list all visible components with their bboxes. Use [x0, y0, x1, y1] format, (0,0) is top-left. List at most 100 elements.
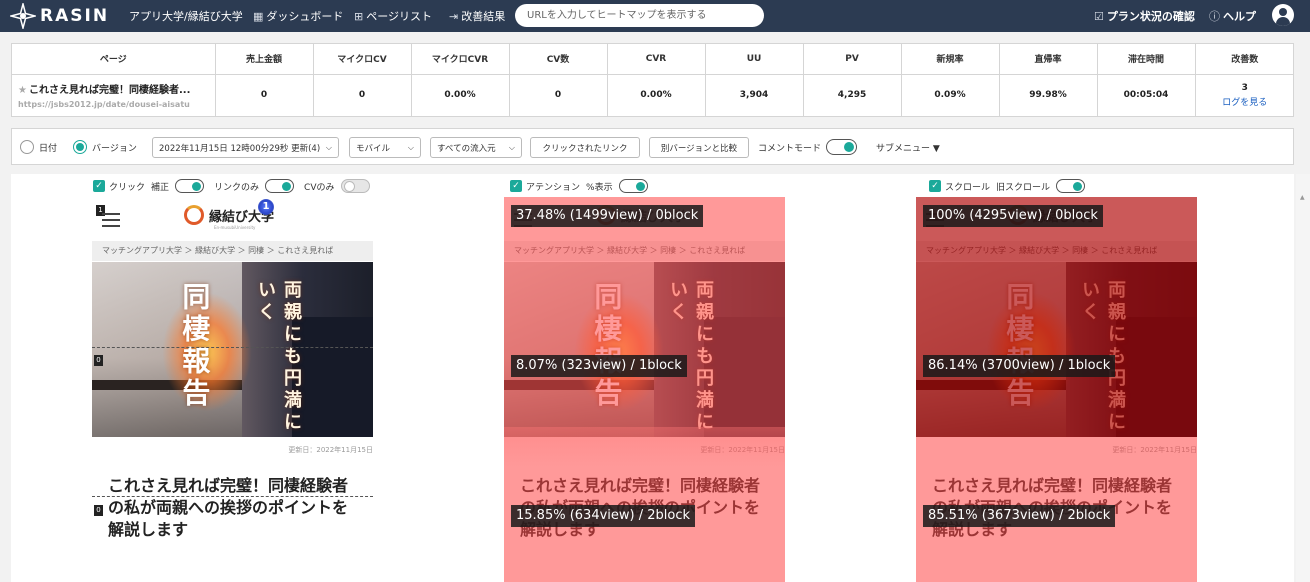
version-radio-label: バージョン	[92, 143, 137, 154]
value-bounce-rate: 99.98%	[999, 74, 1098, 116]
article-title: これさえ見れば完璧！同棲経験者の私が両親への挨拶のポイントを解説します	[108, 476, 349, 539]
adjust-toggle[interactable]	[175, 179, 205, 193]
chevron-down-icon: ⌵	[407, 142, 414, 152]
user-avatar-icon[interactable]	[1272, 4, 1294, 26]
preview-breadcrumb: マッチングアプリ大学 ＞ 縁結び大学 ＞ 同棲 ＞ これさえ見れば	[92, 241, 373, 261]
device-select-value: モバイル	[356, 143, 391, 154]
value-uu: 3,904	[705, 74, 804, 116]
header-cv-count: CV数	[509, 44, 608, 75]
url-search-input[interactable]	[515, 4, 764, 27]
star-icon[interactable]: ★	[18, 85, 27, 96]
heatmap-controls: 日付 バージョン 2022年11月15日 12時00分29秒 更新(4) ⌵ モバ…	[11, 128, 1294, 165]
date-radio[interactable]: 日付	[20, 137, 57, 157]
cv-only-label: CVのみ	[304, 182, 335, 193]
view-log-link[interactable]: ログを見る	[1196, 95, 1295, 108]
hero-subtitle: 両親にも円満にいく	[255, 280, 302, 434]
scroll-up-icon[interactable]: ▲	[1300, 194, 1305, 201]
header-cvr: CVR	[607, 44, 706, 75]
scroll-tag: 100% (4295view) / 0block	[923, 205, 1103, 227]
clicked-links-button[interactable]: クリックされたリンク	[530, 137, 640, 158]
header-micro-cv: マイクロCV	[313, 44, 412, 75]
logo-text: RASIN	[40, 6, 110, 26]
header-bounce-rate: 直帰率	[999, 44, 1098, 75]
click-checkbox-icon[interactable]: ✓	[93, 180, 105, 192]
top-navigation-bar: RASIN アプリ大学/縁結び大学 ▦ ダッシュボード ⊞ ページリスト ⇥ 改善結果…	[0, 0, 1310, 32]
page-cell[interactable]: ★ これさえ見れば完璧！同棲経験者... https://jsbs2012.jp/…	[12, 74, 216, 116]
fold-line	[92, 496, 373, 497]
checklist-icon: ☑	[1094, 9, 1104, 23]
page-add-icon: ⊞	[354, 9, 364, 23]
source-select-value: すべての流入元	[437, 143, 496, 154]
site-name: アプリ大学/縁結び大学	[129, 10, 243, 23]
attention-checkbox-icon[interactable]: ✓	[510, 180, 522, 192]
value-micro-cvr: 0.00%	[411, 74, 510, 116]
page-list-label: ページリスト	[366, 10, 432, 23]
page-list-link[interactable]: ⊞ ページリスト	[354, 0, 432, 32]
updated-date: 更新日：2022年11月15日	[288, 446, 373, 454]
site-name-link[interactable]: アプリ大学/縁結び大学	[129, 0, 243, 32]
percent-label: %表示	[586, 182, 613, 193]
dashboard-link[interactable]: ▦ ダッシュボード	[253, 0, 343, 32]
attention-checkbox-label: アテンション	[526, 182, 581, 193]
adjust-label: 補正	[151, 182, 170, 193]
improvement-count: 3	[1241, 82, 1248, 93]
attention-panel-tools: ✓ アテンション %表示	[510, 179, 658, 193]
click-panel-tools: ✓ クリック 補正 リンクのみ CVのみ	[93, 179, 380, 193]
preview-header: 1 縁結び大学 En-musubiUniversity 1	[92, 197, 373, 240]
help-link[interactable]: ⓘ ヘルプ	[1209, 0, 1256, 32]
fold-line	[92, 347, 373, 348]
cv-only-toggle[interactable]	[340, 179, 370, 193]
metrics-header-row: ページ 売上金額 マイクロCV マイクロCVR CV数 CVR UU PV 新規…	[12, 44, 1294, 75]
links-only-toggle[interactable]	[265, 179, 295, 193]
metrics-table: ページ 売上金額 マイクロCV マイクロCVR CV数 CVR UU PV 新規…	[11, 43, 1294, 117]
radio-off-icon	[20, 140, 34, 154]
device-select[interactable]: モバイル ⌵	[349, 137, 421, 158]
plan-status-link[interactable]: ☑ プラン状況の確認	[1094, 0, 1195, 32]
improvements-link[interactable]: ⇥ 改善結果	[449, 0, 505, 32]
links-only-label: リンクのみ	[214, 182, 260, 193]
comment-mode-toggle[interactable]	[826, 139, 857, 155]
value-sales: 0	[215, 74, 314, 116]
percent-toggle[interactable]	[618, 179, 648, 193]
rasin-logo[interactable]: RASIN	[10, 3, 109, 29]
plan-status-label: プラン状況の確認	[1106, 10, 1195, 23]
version-radio[interactable]: バージョン	[73, 137, 137, 157]
vertical-scrollbar[interactable]: ▲	[1296, 174, 1310, 582]
page-title-text: これさえ見れば完璧！同棲経験者...	[28, 85, 191, 97]
metrics-value-row: ★ これさえ見れば完璧！同棲経験者... https://jsbs2012.jp/…	[12, 74, 1294, 116]
source-select[interactable]: すべての流入元 ⌵	[430, 137, 522, 158]
click-heatmap-page[interactable]: 1 縁結び大学 En-musubiUniversity 1 マッチングアプリ大学…	[92, 197, 373, 582]
scroll-checkbox-icon[interactable]: ✓	[929, 180, 941, 192]
dashboard-label: ダッシュボード	[266, 10, 344, 23]
attention-tag: 15.85% (634view) / 2block	[511, 505, 696, 527]
date-radio-label: 日付	[39, 143, 58, 154]
value-cv-count: 0	[509, 74, 608, 116]
scroll-panel-tools: ✓ スクロール 旧スクロール	[929, 179, 1095, 193]
click-checkbox-label: クリック	[109, 182, 146, 193]
scroll-tag: 85.51% (3673view) / 2block	[923, 505, 1116, 527]
export-icon: ⇥	[449, 9, 459, 23]
old-scroll-label: 旧スクロール	[996, 182, 1051, 193]
header-new-rate: 新規率	[901, 44, 1000, 75]
scroll-tag: 86.14% (3700view) / 1block	[923, 355, 1116, 377]
click-count-badge: 1	[258, 199, 274, 215]
grid-icon: ▦	[253, 9, 264, 23]
hero-image: 同棲報告 両親にも円満にいく	[92, 262, 373, 437]
header-improvements: 改善数	[1195, 44, 1294, 75]
attention-overlay-fade	[504, 427, 785, 467]
hero-title: 同棲報告	[178, 282, 212, 410]
value-improvements: 3 ログを見る	[1195, 74, 1294, 116]
header-sales: 売上金額	[215, 44, 314, 75]
fold-marker: 0	[94, 505, 103, 516]
radio-on-icon	[73, 140, 87, 154]
attention-heatmap-page[interactable]: 縁結び大学 マッチングアプリ大学 ＞ 縁結び大学 ＞ 同棲 ＞ これさえ見れば …	[504, 197, 785, 582]
old-scroll-toggle[interactable]	[1056, 179, 1086, 193]
submenu-button[interactable]: サブメニュー ▼	[876, 137, 940, 157]
version-select[interactable]: 2022年11月15日 12時00分29秒 更新(4) ⌵	[152, 137, 339, 158]
fold-marker: 0	[94, 355, 103, 366]
attention-tag: 8.07% (323view) / 1block	[511, 355, 687, 377]
header-page: ページ	[12, 44, 216, 75]
value-pv: 4,295	[803, 74, 902, 116]
scroll-heatmap-page[interactable]: 縁結び大学 マッチングアプリ大学 ＞ 縁結び大学 ＞ 同棲 ＞ これさえ見れば …	[916, 197, 1197, 582]
compare-version-button[interactable]: 別バージョンと比較	[649, 137, 749, 158]
